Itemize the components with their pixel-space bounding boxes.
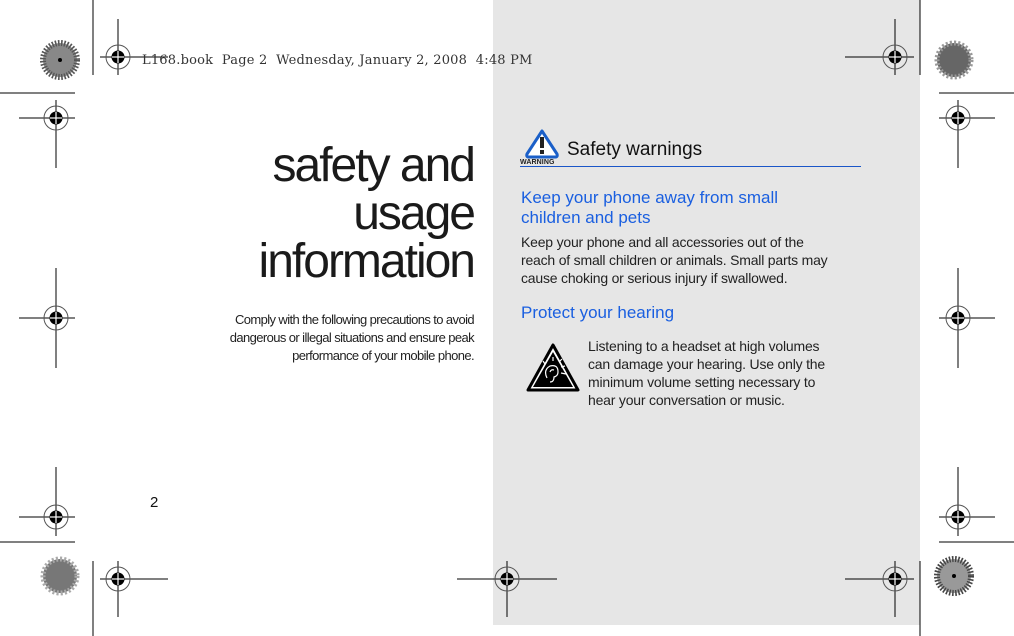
print-header-book: L168.book <box>142 53 214 68</box>
body-line: minimum volume setting necessary to <box>588 374 816 390</box>
page-number: 2 <box>150 494 159 511</box>
topic-heading-children-pets: Keep your phone away from small children… <box>521 188 841 228</box>
chapter-intro: Comply with the following precautions to… <box>174 311 475 365</box>
topic-heading-line: Keep your phone away from small <box>521 188 779 207</box>
registration-mark-middle-left <box>19 268 75 368</box>
hearing-damage-warning-icon <box>526 343 580 392</box>
topic-heading-hearing: Protect your hearing <box>521 303 675 322</box>
topic-body-hearing: Listening to a headset at high volumes c… <box>588 337 825 409</box>
body-line: can damage your hearing. Use only the <box>588 356 825 372</box>
print-header-page: Page 2 <box>221 53 268 68</box>
topic-body-children-pets: Keep your phone and all accessories out … <box>521 233 828 287</box>
body-line: Listening to a headset at high volumes <box>588 338 820 354</box>
body-line: reach of small children or animals. Smal… <box>521 252 828 268</box>
registration-mark-bottom-center <box>457 561 557 617</box>
chapter-title-line: safety and <box>272 139 476 192</box>
star-target-icon-top-right <box>934 40 974 80</box>
section-header: WARNING Safety warnings <box>520 128 861 167</box>
body-line: Keep your phone and all accessories out … <box>521 234 804 250</box>
body-line: hear your conversation or music. <box>588 392 785 408</box>
chapter-title-line: information <box>258 235 476 288</box>
crop-mark-top-left <box>0 0 168 168</box>
print-header-date: Wednesday, January 2, 2008 <box>276 53 468 68</box>
star-target-icon-bottom-left <box>40 556 80 596</box>
body-line: cause choking or serious injury if swall… <box>521 270 788 286</box>
printer-marks <box>0 0 1014 636</box>
star-target-icon-bottom-right <box>934 556 974 596</box>
intro-line: Comply with the following precautions to… <box>234 312 475 327</box>
crop-mark-bottom-left <box>0 467 168 636</box>
chapter-title: safety and usage information <box>258 139 476 288</box>
print-header-time: 4:48 PM <box>475 53 533 68</box>
intro-line: performance of your mobile phone. <box>292 348 474 363</box>
print-header: L168.book Page 2 Wednesday, January 2, 2… <box>142 53 533 68</box>
crop-mark-top-right <box>845 0 1014 168</box>
warning-caption: WARNING <box>520 159 555 166</box>
star-target-icon-top-left <box>40 40 80 80</box>
section-title: Safety warnings <box>567 139 703 160</box>
topic-heading-line: children and pets <box>521 208 651 227</box>
crop-mark-bottom-right <box>845 467 1014 636</box>
intro-line: dangerous or illegal situations and ensu… <box>229 330 475 345</box>
registration-mark-middle-right <box>939 268 995 368</box>
chapter-title-line: usage <box>353 187 476 240</box>
